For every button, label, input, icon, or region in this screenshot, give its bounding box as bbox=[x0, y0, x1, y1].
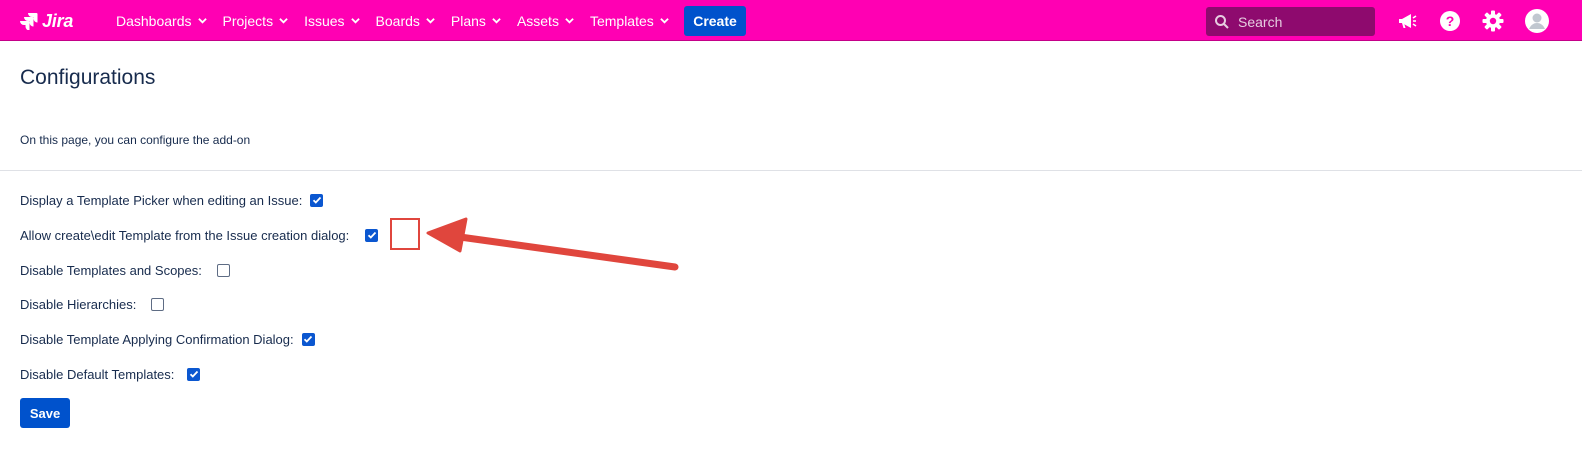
chevron-down-icon bbox=[279, 18, 288, 24]
chevron-down-icon bbox=[565, 18, 574, 24]
option-label: Disable Default Templates: bbox=[20, 366, 175, 382]
check-icon bbox=[312, 196, 321, 204]
chevron-down-icon bbox=[197, 18, 207, 24]
chevron-down-icon bbox=[660, 18, 669, 24]
option-disable-templates-scopes: Disable Templates and Scopes: bbox=[20, 261, 230, 279]
search-input[interactable] bbox=[1238, 13, 1368, 30]
option-label: Disable Templates and Scopes: bbox=[20, 262, 202, 278]
allow-create-edit-checkbox[interactable] bbox=[365, 228, 379, 242]
disable-hierarchies-checkbox[interactable] bbox=[151, 297, 165, 311]
nav-issues[interactable]: Issues bbox=[296, 6, 367, 36]
annotation-arrow-icon bbox=[426, 217, 679, 271]
save-button[interactable]: Save bbox=[20, 398, 70, 428]
nav-label: Assets bbox=[516, 12, 559, 29]
nav-label: Templates bbox=[589, 12, 654, 29]
check-icon bbox=[367, 231, 376, 239]
option-disable-hierarchies: Disable Hierarchies: bbox=[20, 295, 165, 313]
jira-logo[interactable]: Jira bbox=[20, 10, 73, 32]
option-label: Disable Hierarchies: bbox=[20, 296, 137, 312]
page-title: Configurations bbox=[20, 66, 156, 89]
check-icon bbox=[189, 370, 199, 378]
nav-plans[interactable]: Plans bbox=[443, 6, 509, 36]
annotation-highlight-box bbox=[390, 218, 420, 250]
nav-label: Boards bbox=[375, 12, 420, 29]
option-template-picker: Display a Template Picker when editing a… bbox=[20, 191, 324, 209]
option-label: Allow create\edit Template from the Issu… bbox=[20, 227, 350, 243]
chevron-down-icon bbox=[492, 18, 501, 24]
option-disable-confirmation-dialog: Disable Template Applying Confirmation D… bbox=[20, 330, 315, 348]
check-icon bbox=[304, 335, 313, 343]
nav-projects[interactable]: Projects bbox=[215, 6, 297, 36]
settings-gear-icon[interactable] bbox=[1481, 9, 1505, 33]
disable-confirmation-dialog-checkbox[interactable] bbox=[301, 332, 315, 346]
main-nav: Dashboards Projects Issues Boards Plans … bbox=[108, 0, 677, 41]
chevron-down-icon bbox=[426, 18, 435, 24]
template-picker-checkbox[interactable] bbox=[310, 193, 324, 207]
top-navigation-bar: Jira Dashboards Projects Issues Boards P… bbox=[0, 0, 1582, 41]
search-box[interactable] bbox=[1206, 7, 1375, 36]
option-disable-default-templates: Disable Default Templates: bbox=[20, 365, 201, 383]
disable-default-templates-checkbox[interactable] bbox=[187, 367, 201, 381]
disable-templates-scopes-checkbox[interactable] bbox=[216, 263, 230, 277]
nav-templates[interactable]: Templates bbox=[582, 6, 677, 36]
nav-boards[interactable]: Boards bbox=[368, 6, 443, 36]
create-button[interactable]: Create bbox=[684, 6, 746, 36]
option-label: Disable Template Applying Confirmation D… bbox=[20, 331, 294, 347]
nav-assets[interactable]: Assets bbox=[509, 6, 582, 36]
option-label: Display a Template Picker when editing a… bbox=[20, 192, 303, 208]
page-description: On this page, you can configure the add-… bbox=[20, 133, 251, 147]
nav-label: Issues bbox=[304, 12, 345, 29]
nav-label: Dashboards bbox=[116, 12, 192, 29]
nav-dashboards[interactable]: Dashboards bbox=[108, 6, 215, 36]
divider bbox=[0, 170, 1582, 171]
search-icon bbox=[1215, 14, 1229, 29]
help-icon[interactable]: ? bbox=[1438, 9, 1462, 33]
logo-text: Jira bbox=[42, 10, 74, 31]
jira-logo-icon bbox=[20, 13, 38, 30]
chevron-down-icon bbox=[350, 18, 360, 24]
user-avatar-icon[interactable] bbox=[1524, 8, 1550, 34]
megaphone-icon[interactable] bbox=[1395, 9, 1419, 33]
nav-label: Projects bbox=[222, 12, 274, 29]
option-allow-create-edit: Allow create\edit Template from the Issu… bbox=[20, 226, 379, 244]
nav-label: Plans bbox=[450, 12, 486, 29]
svg-text:?: ? bbox=[1446, 13, 1455, 29]
